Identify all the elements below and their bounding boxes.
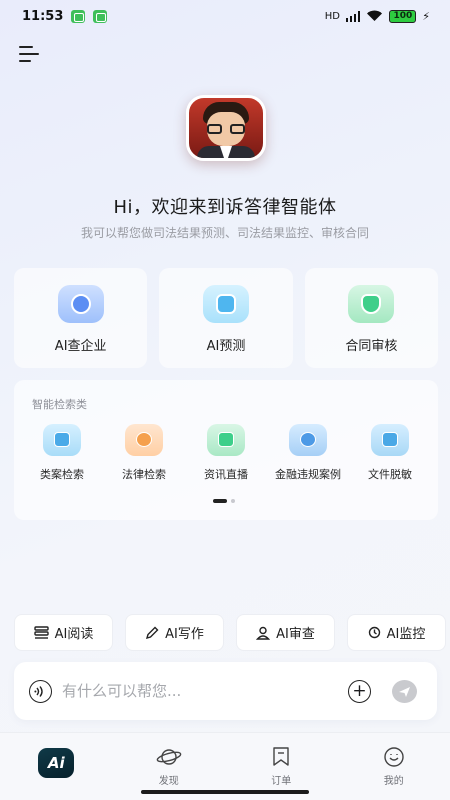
smart-search-panel: 智能检索类 类案检索 法律检索 资讯直播 金融违规案例 文件脱敏	[14, 380, 438, 520]
network-type: HD	[324, 10, 340, 22]
add-attachment-icon[interactable]: +	[348, 680, 371, 703]
nav-label: 发现	[158, 776, 179, 787]
search-item-label: 金融违规案例	[275, 468, 341, 481]
search-item-case[interactable]: 类案检索	[22, 424, 102, 482]
search-item-label: 文件脱敏	[368, 468, 412, 481]
nav-label: 我的	[383, 776, 404, 787]
search-item-label: 资讯直播	[204, 468, 248, 481]
page-indicator	[213, 499, 235, 503]
assistant-avatar	[186, 95, 266, 161]
wechat-notification-icon	[71, 9, 86, 23]
status-left: 11:53	[22, 8, 108, 24]
chat-input-bar: +	[14, 662, 437, 720]
greeting-subtitle: 我可以帮您做司法结果预测、司法结果监控、审核合同	[80, 226, 369, 240]
ai-home-icon: Ai	[38, 748, 75, 778]
clock: 11:53	[22, 8, 64, 24]
file-desensitize-icon	[371, 424, 409, 456]
search-item-label: 类案检索	[40, 468, 84, 481]
feature-label: 合同审核	[345, 339, 398, 354]
charging-icon: ⚡	[422, 9, 430, 23]
feature-ai-prediction[interactable]: AI预测	[159, 268, 293, 368]
chip-ai-review[interactable]: AI审查	[236, 614, 335, 651]
monitor-icon	[368, 626, 380, 639]
page-dot-active	[213, 499, 227, 503]
bookmark-icon	[271, 746, 291, 768]
law-search-icon	[125, 424, 163, 456]
user-check-icon	[256, 626, 271, 640]
smile-icon	[383, 746, 405, 768]
contract-review-icon	[348, 285, 395, 323]
send-icon[interactable]	[392, 680, 417, 703]
wifi-icon	[367, 10, 383, 21]
nav-label: 订单	[271, 776, 292, 787]
finance-violation-icon	[289, 424, 327, 456]
signal-icon	[345, 10, 361, 22]
search-item-law[interactable]: 法律检索	[104, 424, 184, 482]
prediction-icon	[202, 285, 249, 323]
chip-label: AI审查	[276, 627, 315, 642]
chip-ai-monitor[interactable]: AI监控	[347, 614, 446, 651]
battery-icon: 100	[389, 9, 417, 23]
message-notification-icon	[93, 9, 108, 23]
enterprise-search-icon	[57, 285, 104, 323]
chip-label: AI写作	[165, 627, 204, 642]
chat-input[interactable]	[62, 678, 332, 704]
feature-label: AI查企业	[54, 339, 107, 354]
feature-contract-review[interactable]: 合同审核	[304, 268, 438, 368]
nav-home[interactable]: Ai	[0, 733, 113, 800]
search-item-desensitize[interactable]: 文件脱敏	[350, 424, 430, 482]
status-bar: 11:53 HD 100 ⚡	[0, 0, 450, 32]
page-dot	[231, 499, 235, 503]
feature-ai-enterprise-search[interactable]: AI查企业	[14, 268, 148, 368]
feature-cards: AI查企业 AI预测 合同审核	[14, 268, 438, 368]
reading-icon	[33, 626, 49, 639]
nav-profile[interactable]: 我的	[338, 733, 450, 800]
search-item-news-live[interactable]: 资讯直播	[186, 424, 266, 482]
status-right: HD 100 ⚡	[324, 9, 430, 23]
chip-label: AI监控	[386, 627, 426, 642]
voice-icon[interactable]	[29, 680, 52, 703]
search-item-finance-violation[interactable]: 金融违规案例	[268, 424, 348, 482]
smart-search-items: 类案检索 法律检索 资讯直播 金融违规案例 文件脱敏	[22, 424, 430, 482]
search-item-label: 法律检索	[122, 468, 166, 481]
quick-actions: AI阅读 AI写作 AI审查 AI监控	[14, 614, 450, 652]
chip-ai-reading[interactable]: AI阅读	[14, 614, 113, 651]
planet-icon	[156, 746, 182, 768]
avatar-glasses	[207, 124, 245, 134]
pen-icon	[146, 626, 159, 639]
home-indicator[interactable]	[141, 790, 309, 794]
greeting-title: Hi，欢迎来到诉答律智能体	[113, 197, 337, 218]
panel-title: 智能检索类	[32, 398, 87, 411]
menu-icon[interactable]	[19, 44, 41, 64]
case-search-icon	[43, 424, 81, 456]
feature-label: AI预测	[206, 339, 246, 354]
chip-ai-writing[interactable]: AI写作	[125, 614, 224, 651]
chip-label: AI阅读	[54, 627, 94, 642]
news-live-icon	[207, 424, 245, 456]
